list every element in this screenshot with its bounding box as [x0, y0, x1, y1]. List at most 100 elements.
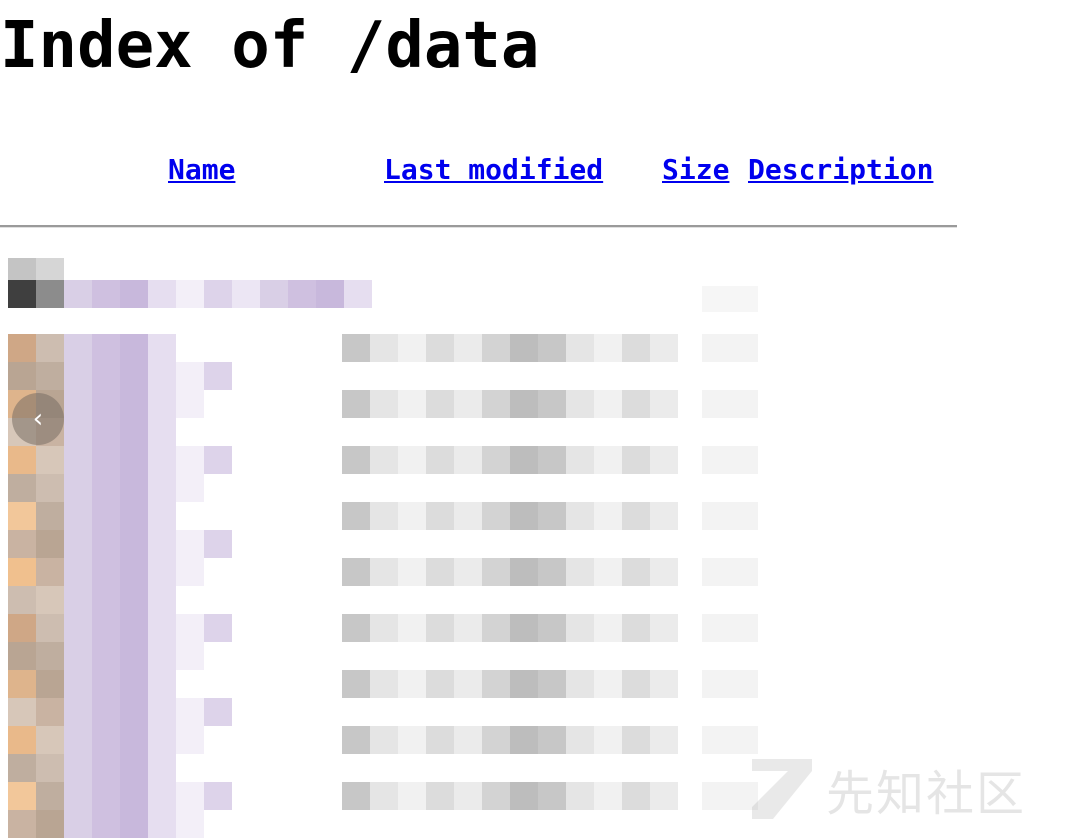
pixel-block: [566, 726, 594, 754]
pixel-block: [148, 390, 176, 418]
pixel-block: [148, 474, 176, 502]
pixel-block: [370, 390, 398, 418]
pixel-block: [148, 810, 176, 838]
sort-by-last-modified-link[interactable]: Last modified: [384, 152, 603, 188]
pixel-block: [342, 558, 370, 586]
pixel-block: [204, 530, 232, 558]
sort-by-description-link[interactable]: Description: [748, 152, 933, 188]
pixel-block: [622, 446, 650, 474]
pixel-block: [702, 670, 758, 698]
pixel-block: [36, 586, 64, 614]
pixel-block: [92, 362, 120, 390]
pixel-block: [702, 286, 758, 312]
pixel-block: [398, 502, 426, 530]
pixel-block: [482, 390, 510, 418]
pixel-block: [510, 670, 538, 698]
pixel-block: [622, 614, 650, 642]
pixel-block: [426, 614, 454, 642]
pixel-block: [120, 614, 148, 642]
pixel-block: [204, 782, 232, 810]
pixel-block: [36, 698, 64, 726]
pixel-block: [64, 698, 92, 726]
pixel-block: [566, 446, 594, 474]
pixel-block: [36, 558, 64, 586]
pixel-block: [702, 558, 758, 586]
sort-by-name-link[interactable]: Name: [168, 152, 235, 188]
pixel-block: [92, 558, 120, 586]
pixel-block: [510, 558, 538, 586]
pixel-block: [36, 502, 64, 530]
pixel-block: [510, 390, 538, 418]
pixel-block: [36, 530, 64, 558]
pixel-block: [342, 502, 370, 530]
pixel-block: [8, 810, 36, 838]
pixel-block: [370, 726, 398, 754]
pixel-block: [92, 670, 120, 698]
pixel-block: [92, 614, 120, 642]
pixel-block: [650, 670, 678, 698]
pixel-block: [594, 670, 622, 698]
pixel-block: [148, 614, 176, 642]
pixel-block: [120, 362, 148, 390]
pixel-block: [148, 670, 176, 698]
pixel-block: [370, 334, 398, 362]
pixel-block: [622, 726, 650, 754]
pixel-block: [538, 558, 566, 586]
header-divider: [0, 225, 957, 228]
pixel-block: [482, 614, 510, 642]
pixel-block: [316, 280, 344, 308]
pixel-block: [92, 446, 120, 474]
pixel-block: [64, 558, 92, 586]
pixel-block: [538, 670, 566, 698]
pixel-block: [454, 390, 482, 418]
pixel-block: [454, 782, 482, 810]
pixel-block: [538, 334, 566, 362]
pixel-block: [398, 782, 426, 810]
pixel-block: [370, 502, 398, 530]
pixel-block: [650, 558, 678, 586]
pixel-block: [650, 446, 678, 474]
pixel-block: [64, 726, 92, 754]
pixel-block: [702, 782, 758, 810]
pixel-block: [120, 530, 148, 558]
pixel-block: [510, 334, 538, 362]
pixel-block: [398, 334, 426, 362]
pixel-block: [702, 614, 758, 642]
pixel-block: [566, 390, 594, 418]
chevron-left-icon[interactable]: ‹: [12, 393, 64, 445]
pixel-block: [64, 418, 92, 446]
pixel-block: [176, 474, 204, 502]
pixel-block: [398, 670, 426, 698]
pixel-block: [622, 782, 650, 810]
pixel-block: [342, 614, 370, 642]
pixel-block: [148, 586, 176, 614]
pixel-block: [64, 642, 92, 670]
pixel-block: [566, 614, 594, 642]
pixel-block: [36, 754, 64, 782]
pixel-block: [176, 530, 204, 558]
pixel-block: [8, 558, 36, 586]
pixel-block: [8, 586, 36, 614]
pixel-block: [36, 362, 64, 390]
pixel-block: [482, 726, 510, 754]
pixel-block: [92, 782, 120, 810]
pixel-block: [702, 502, 758, 530]
pixel-block: [538, 390, 566, 418]
pixel-block: [176, 810, 204, 838]
watermark-logo-icon: [752, 759, 812, 819]
page-title: Index of /data: [0, 9, 540, 83]
pixel-block: [36, 642, 64, 670]
pixel-block: [650, 390, 678, 418]
pixel-block: [148, 502, 176, 530]
sort-by-size-link[interactable]: Size: [662, 152, 729, 188]
pixel-block: [92, 502, 120, 530]
pixel-block: [370, 782, 398, 810]
pixel-block: [148, 362, 176, 390]
pixel-block: [482, 670, 510, 698]
pixel-block: [8, 362, 36, 390]
pixel-block: [650, 726, 678, 754]
pixel-block: [426, 558, 454, 586]
pixel-block: [566, 670, 594, 698]
pixel-block: [36, 280, 64, 308]
pixel-block: [454, 614, 482, 642]
